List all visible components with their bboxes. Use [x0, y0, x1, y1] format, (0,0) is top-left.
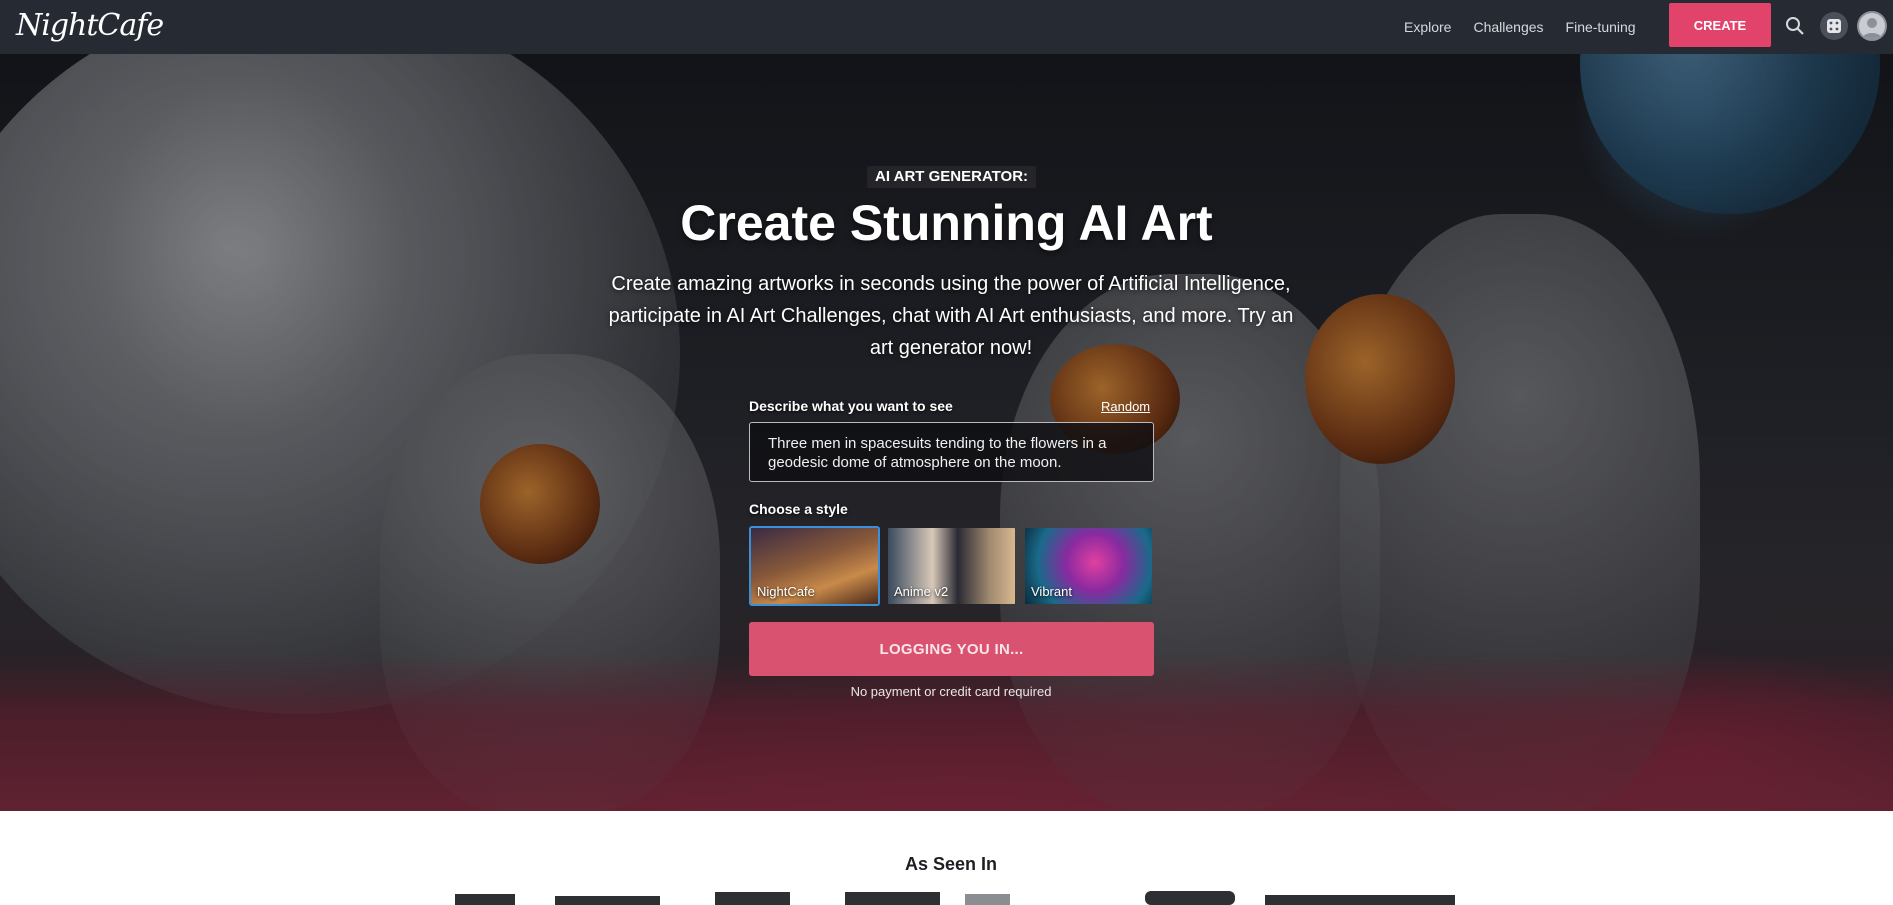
hero-title: Create Stunning AI Art	[680, 195, 1213, 251]
hero-subtitle: Create amazing artworks in seconds using…	[608, 273, 1294, 359]
press-logos-graphic	[455, 891, 1455, 905]
prompt-label: Describe what you want to see	[749, 398, 953, 414]
create-button[interactable]: CREATE	[1669, 3, 1771, 47]
hero-badge: AI ART GENERATOR:	[867, 166, 1037, 188]
hero-section: AI ART GENERATOR: Create Stunning AI Art…	[0, 54, 1893, 811]
nav-link-explore[interactable]: Explore	[1404, 19, 1451, 35]
style-card-label: Vibrant	[1031, 584, 1072, 599]
avatar[interactable]	[1857, 11, 1887, 41]
style-card-label: Anime v2	[894, 584, 949, 599]
no-payment-note: No payment or credit card required	[850, 684, 1052, 699]
logging-in-button[interactable]: LOGGING YOU IN...	[749, 622, 1154, 676]
random-prompt-link[interactable]: Random	[1101, 399, 1150, 414]
as-seen-in-title: As Seen In	[904, 854, 998, 874]
search-icon[interactable]	[1781, 12, 1809, 40]
style-label: Choose a style	[749, 501, 848, 517]
nav-links: Explore Challenges Fine-tuning	[1404, 0, 1658, 54]
nav-link-challenges[interactable]: Challenges	[1473, 19, 1543, 35]
hero-content: AI ART GENERATOR: Create Stunning AI Art…	[0, 54, 1893, 811]
top-navbar: NightCafe Explore Challenges Fine-tuning…	[0, 0, 1893, 54]
press-logo-strip	[455, 890, 1455, 905]
prompt-input[interactable]: Three men in spacesuits tending to the f…	[749, 422, 1154, 482]
dice-icon[interactable]	[1820, 12, 1848, 40]
style-card-anime-v2[interactable]: Anime v2	[886, 526, 1017, 606]
style-card-nightcafe[interactable]: NightCafe	[749, 526, 880, 606]
nav-link-fine-tuning[interactable]: Fine-tuning	[1566, 19, 1636, 35]
style-card-vibrant[interactable]: Vibrant	[1023, 526, 1154, 606]
style-picker: NightCafe Anime v2 Vibrant	[749, 526, 1154, 606]
nightcafe-logo[interactable]: NightCafe	[16, 6, 164, 46]
style-card-label: NightCafe	[757, 584, 815, 599]
